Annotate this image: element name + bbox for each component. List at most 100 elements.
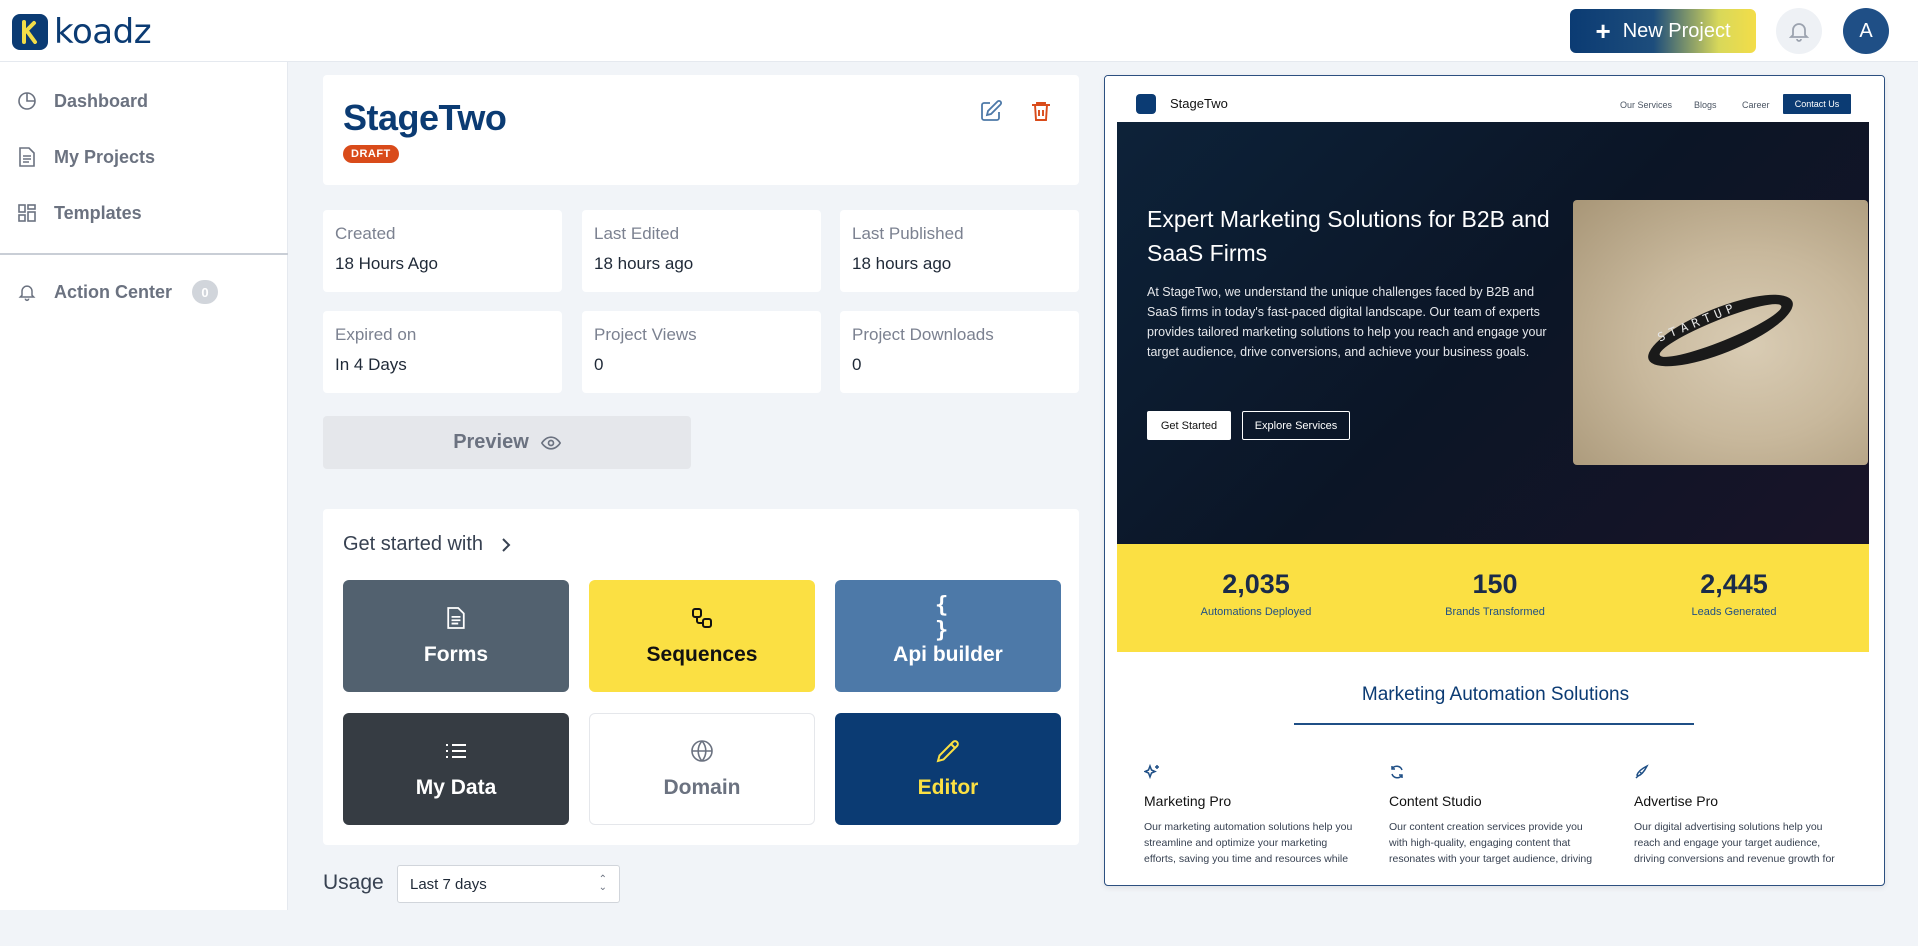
preview-stat-number: 150 <box>1472 569 1518 599</box>
stat-last-published: Last Published 18 hours ago <box>840 210 1079 292</box>
stat-value: 0 <box>594 355 604 374</box>
stat-label: Created <box>335 224 396 243</box>
tile-sequences[interactable]: Sequences <box>589 580 815 692</box>
chevron-right-icon <box>502 537 511 552</box>
preview-stat-number: 2,445 <box>1700 569 1768 599</box>
preview-section-underline <box>1294 723 1694 725</box>
koadz-logo-icon <box>12 14 48 50</box>
preview-contact-button[interactable]: Contact Us <box>1783 94 1851 114</box>
project-header-card: StageTwo DRAFT <box>323 75 1079 185</box>
sidebar-item-label: Action Center <box>54 281 173 302</box>
usage-range-select[interactable]: Last 7 days ⌃ ⌄ <box>397 865 620 903</box>
sidebar: Dashboard My Projects Templates Action C… <box>0 62 288 910</box>
preview-feature-title: Marketing Pro <box>1144 793 1232 809</box>
preview-stat-label: Brands Transformed <box>1445 606 1545 618</box>
preview-feature-text: Our content creation services provide yo… <box>1389 821 1593 865</box>
preview-brand: StageTwo <box>1170 96 1228 111</box>
preview-logo-icon <box>1136 94 1156 114</box>
trash-icon <box>1032 102 1050 121</box>
preview-stat: 2,035 Automations Deployed <box>1156 569 1356 618</box>
document-icon <box>443 605 469 631</box>
sidebar-item-label: Templates <box>54 202 142 223</box>
preview-hero-text: At StageTwo, we understand the unique ch… <box>1147 285 1547 359</box>
logo[interactable]: koadz <box>12 12 152 52</box>
usage-range-value: Last 7 days <box>410 875 487 893</box>
globe-icon <box>689 738 715 764</box>
stat-value: 18 Hours Ago <box>335 254 439 273</box>
stat-label: Project Downloads <box>852 325 994 344</box>
get-started-header[interactable]: Get started with <box>343 533 513 556</box>
edit-project-button[interactable] <box>979 99 1007 127</box>
preview-nav-link[interactable]: Blogs <box>1694 100 1717 110</box>
stat-created: Created 18 Hours Ago <box>323 210 562 292</box>
pie-chart-icon <box>16 90 38 112</box>
tile-forms[interactable]: Forms <box>343 580 569 692</box>
status-badge: DRAFT <box>343 145 399 163</box>
preview-stat: 2,445 Leads Generated <box>1634 569 1834 618</box>
tile-label: Forms <box>423 643 489 666</box>
preview-button[interactable]: Preview <box>323 416 691 469</box>
braces-icon: { } <box>935 593 949 643</box>
stat-value: 0 <box>852 355 862 374</box>
stat-label: Expired on <box>335 325 417 344</box>
preview-section-title: Marketing Automation Solutions <box>1361 684 1630 705</box>
logo-text: koadz <box>54 12 152 52</box>
document-icon <box>16 146 38 168</box>
top-bar: koadz + New Project A <box>0 0 1918 62</box>
preview-stats-band: 2,035 Automations Deployed 150 Brands Tr… <box>1117 544 1869 652</box>
usage-label: Usage <box>323 871 384 894</box>
sparkles-icon <box>1143 763 1159 780</box>
stat-last-edited: Last Edited 18 hours ago <box>582 210 821 292</box>
notifications-button[interactable] <box>1776 8 1822 54</box>
stat-expired-on: Expired on In 4 Days <box>323 311 562 393</box>
preview-feature-title: Content Studio <box>1389 793 1482 809</box>
rocket-icon <box>1635 764 1649 779</box>
tile-label: Sequences <box>646 643 758 666</box>
preview-feature-title: Advertise Pro <box>1634 793 1719 809</box>
new-project-label: New Project <box>1622 19 1731 42</box>
tile-editor[interactable]: Editor <box>835 713 1061 825</box>
sidebar-item-templates[interactable]: Templates <box>16 202 142 224</box>
grid-icon <box>16 202 38 224</box>
get-started-title: Get started with <box>343 533 484 555</box>
sidebar-item-dashboard[interactable]: Dashboard <box>16 90 148 112</box>
preview-feature: Advertise Pro Our digital advertising so… <box>1634 764 1844 869</box>
bell-icon <box>16 281 38 303</box>
site-preview-frame[interactable]: StageTwo Our Services Blogs Career Conta… <box>1104 75 1885 886</box>
preview-explore-services-button[interactable]: Explore Services <box>1242 411 1350 440</box>
sidebar-item-my-projects[interactable]: My Projects <box>16 146 155 168</box>
bell-icon <box>1788 23 1810 42</box>
list-icon <box>443 738 469 764</box>
preview-stat: 150 Brands Transformed <box>1395 569 1595 618</box>
sidebar-item-action-center[interactable]: Action Center 0 <box>16 280 219 304</box>
stat-project-views: Project Views 0 <box>582 311 821 393</box>
preview-nav-link[interactable]: Career <box>1742 100 1770 110</box>
flow-icon <box>689 605 715 631</box>
action-center-count-badge: 0 <box>192 280 219 304</box>
preview-hero-title: Expert Marketing Solutions for B2B and S… <box>1147 206 1550 266</box>
tile-label: Domain <box>663 776 741 799</box>
preview-label: Preview <box>453 431 529 453</box>
sidebar-divider <box>0 253 288 255</box>
edit-icon <box>981 100 1002 121</box>
preview-hero: Expert Marketing Solutions for B2B and S… <box>1117 122 1869 544</box>
tile-my-data[interactable]: My Data <box>343 713 569 825</box>
pencil-icon <box>935 738 961 764</box>
preview-stat-label: Automations Deployed <box>1200 606 1312 618</box>
eye-icon <box>540 435 561 450</box>
delete-project-button[interactable] <box>1029 99 1057 127</box>
preview-nav-link[interactable]: Our Services <box>1620 100 1672 110</box>
preview-feature: Marketing Pro Our marketing automation s… <box>1143 763 1354 869</box>
preview-get-started-button[interactable]: Get Started <box>1147 411 1231 440</box>
select-chevron-icon: ⌃ ⌄ <box>598 874 607 893</box>
avatar[interactable]: A <box>1843 8 1889 54</box>
stat-label: Last Published <box>852 224 964 243</box>
stat-value: In 4 Days <box>335 355 407 374</box>
new-project-button[interactable]: + New Project <box>1570 9 1756 53</box>
tile-api-builder[interactable]: { } Api builder <box>835 580 1061 692</box>
tile-domain[interactable]: Domain <box>589 713 815 825</box>
get-started-card: Get started with Forms Sequences { } Api… <box>323 509 1079 845</box>
project-title: StageTwo <box>343 97 507 138</box>
stat-label: Project Views <box>594 325 697 344</box>
preview-stat-number: 2,035 <box>1222 569 1290 599</box>
